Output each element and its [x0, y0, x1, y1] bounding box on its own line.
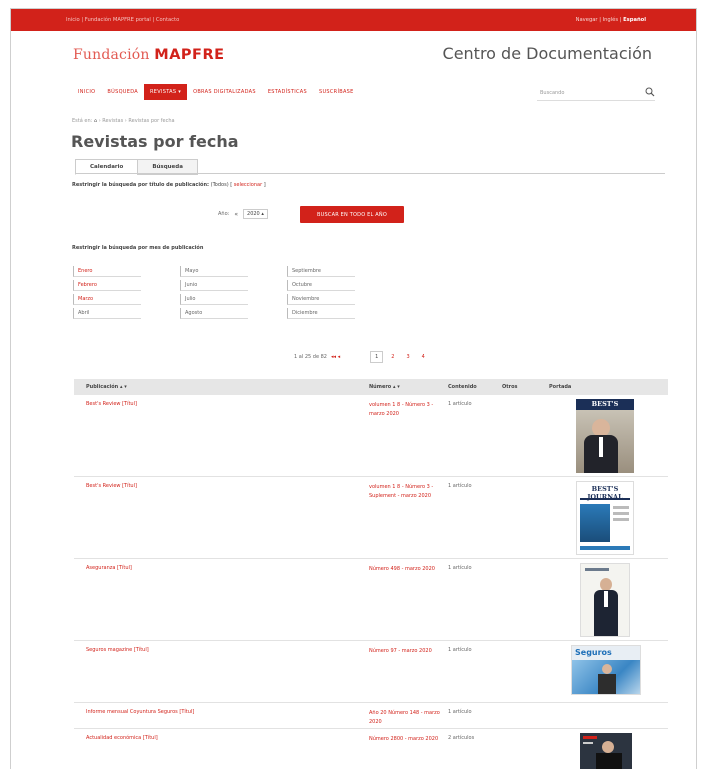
- table-row: Seguros magazine [Títul] Número 97 - mar…: [74, 641, 668, 703]
- cover-bests-review[interactable]: BEST'S REVIEW: [576, 399, 634, 473]
- issue-link[interactable]: Año 20 Número 148 - marzo 2020: [369, 709, 441, 726]
- month-julio: Julio: [180, 294, 248, 305]
- first-prev-arrows[interactable]: ◂◂ ◂: [331, 354, 340, 360]
- pagination: 1 al 25 de 82 ◂◂ ◂ 1 2 3 4: [294, 351, 429, 363]
- restrict-by-month-label: Restringir la búsqueda por mes de public…: [72, 245, 204, 251]
- table-row: Best's Review [Títul] volumen 1 8 - Núme…: [74, 395, 668, 477]
- main-nav: INICIO BÚSQUEDA REVISTAS ▾ OBRAS DIGITAL…: [72, 84, 360, 100]
- cover-actualidad-economica[interactable]: [580, 733, 632, 769]
- page-4[interactable]: 4: [418, 352, 429, 362]
- contents-count: 1 artículo: [448, 401, 472, 407]
- header-contenido: Contenido: [448, 384, 477, 390]
- search-whole-year-button[interactable]: BUSCAR EN TODO EL AÑO: [300, 206, 404, 223]
- month-mayo: Mayo: [180, 266, 248, 277]
- nav-item-inicio[interactable]: INICIO: [72, 84, 101, 100]
- month-abril: Abril: [73, 308, 141, 319]
- publication-link[interactable]: Informe mensual Coyuntura Seguros [Títul…: [86, 709, 194, 715]
- table-row: Aseguranza [Títul] Número 498 - marzo 20…: [74, 559, 668, 641]
- breadcrumb: Está en: ⌂ › Revistas › Revistas por fec…: [72, 118, 175, 124]
- restrict-title-end: ]: [263, 182, 266, 188]
- page-3[interactable]: 3: [402, 352, 413, 362]
- publication-link[interactable]: Aseguranza [Títul]: [86, 565, 132, 571]
- logo-brand: MAPFRE: [154, 47, 225, 63]
- publication-link[interactable]: Actualidad económica [Títul]: [86, 735, 158, 741]
- month-octubre: Octubre: [287, 280, 355, 291]
- site-header: Fundación MAPFRE Centro de Documentación: [11, 44, 696, 74]
- month-febrero[interactable]: Febrero: [73, 280, 141, 291]
- select-title-link[interactable]: seleccionar: [232, 182, 264, 188]
- contents-count: 1 artículo: [448, 709, 472, 715]
- publication-link[interactable]: Best's Review [Títul]: [86, 401, 137, 407]
- result-range: 1 al 25 de 82: [294, 354, 327, 360]
- language-selector[interactable]: Navegar | Inglés | Español: [576, 17, 646, 23]
- top-links[interactable]: Inicio | Fundación MAPFRE portal | Conta…: [66, 17, 179, 23]
- breadcrumb-trail[interactable]: › Revistas › Revistas por fecha: [99, 118, 175, 124]
- issue-link[interactable]: Número 2800 - marzo 2020: [369, 735, 441, 744]
- month-diciembre: Diciembre: [287, 308, 355, 319]
- year-filter: Año: « 2020 ▴: [218, 209, 268, 219]
- month-junio: Junio: [180, 280, 248, 291]
- table-row: Best's Review [Títul] volumen 1 8 - Núme…: [74, 477, 668, 559]
- site-title: Centro de Documentación: [442, 44, 652, 63]
- year-select[interactable]: 2020 ▴: [243, 209, 268, 219]
- restrict-title-label: Restringir la búsqueda por título de pub…: [72, 182, 210, 188]
- cover-title: Seguros: [575, 648, 612, 657]
- search-icon[interactable]: [645, 87, 655, 97]
- table-row: Informe mensual Coyuntura Seguros [Títul…: [74, 703, 668, 729]
- issue-link[interactable]: volumen 1 8 - Número 3 - Suplement - mar…: [369, 483, 441, 500]
- page-1[interactable]: 1: [370, 351, 384, 363]
- issue-link[interactable]: volumen 1 8 - Número 3 - marzo 2020: [369, 401, 441, 418]
- search-input[interactable]: Buscando: [537, 86, 655, 101]
- contents-count: 1 artículo: [448, 483, 472, 489]
- issue-link[interactable]: Número 97 - marzo 2020: [369, 647, 441, 656]
- fundacion-mapfre-logo[interactable]: Fundación MAPFRE: [73, 47, 225, 63]
- top-utility-bar: Inicio | Fundación MAPFRE portal | Conta…: [11, 9, 696, 31]
- cover-seguros[interactable]: Seguros: [571, 645, 641, 695]
- logo-prefix: Fundación: [73, 47, 150, 63]
- cover-bests-journal[interactable]: BEST'S JOURNAL: [576, 481, 634, 555]
- cover-title: BEST'S REVIEW: [576, 399, 634, 419]
- table-header: Publicación ▴ ▾ Número ▴ ▾ Contenido Otr…: [74, 379, 668, 395]
- lang-active[interactable]: Español: [623, 17, 646, 23]
- browser-page: Inicio | Fundación MAPFRE portal | Conta…: [10, 8, 697, 769]
- nav-item-obras-digitalizadas[interactable]: OBRAS DIGITALIZADAS: [187, 84, 262, 100]
- contents-count: 1 artículo: [448, 647, 472, 653]
- home-icon[interactable]: ⌂: [94, 118, 97, 124]
- contents-count: 1 artículo: [448, 565, 472, 571]
- cover-title: BEST'S JOURNAL: [587, 485, 623, 501]
- cover-aseguranza[interactable]: [580, 563, 630, 637]
- lang-options[interactable]: Navegar | Inglés |: [576, 17, 622, 23]
- breadcrumb-prefix: Está en:: [72, 118, 93, 124]
- restrict-by-title: Restringir la búsqueda por título de pub…: [72, 182, 266, 188]
- year-label: Año:: [218, 211, 230, 217]
- header-portada: Portada: [549, 384, 572, 390]
- header-otros: Otros: [502, 384, 518, 390]
- month-septiembre: Septiembre: [287, 266, 355, 277]
- month-noviembre: Noviembre: [287, 294, 355, 305]
- nav-item-suscribase[interactable]: SUSCRÍBASE: [313, 84, 360, 100]
- month-grid: Enero Mayo Septiembre Febrero Junio Octu…: [73, 266, 357, 319]
- publication-link[interactable]: Best's Review [Títul]: [86, 483, 137, 489]
- page-2[interactable]: 2: [387, 352, 398, 362]
- publication-link[interactable]: Seguros magazine [Títul]: [86, 647, 149, 653]
- restrict-title-value: (Todos) [: [209, 182, 233, 188]
- nav-item-busqueda[interactable]: BÚSQUEDA: [101, 84, 144, 100]
- month-marzo[interactable]: Marzo: [73, 294, 141, 305]
- search-placeholder: Buscando: [540, 90, 565, 96]
- page-title: Revistas por fecha: [71, 132, 239, 151]
- month-enero[interactable]: Enero: [73, 266, 141, 277]
- nav-item-revistas[interactable]: REVISTAS ▾: [144, 84, 188, 100]
- header-publicacion[interactable]: Publicación ▴ ▾: [86, 384, 127, 390]
- issue-link[interactable]: Número 498 - marzo 2020: [369, 565, 441, 574]
- prev-year-arrow[interactable]: «: [234, 211, 238, 218]
- nav-item-estadisticas[interactable]: ESTADÍSTICAS: [262, 84, 313, 100]
- month-agosto: Agosto: [180, 308, 248, 319]
- contents-count: 2 artículos: [448, 735, 475, 741]
- header-numero[interactable]: Número ▴ ▾: [369, 384, 400, 390]
- tab-divider: [75, 173, 665, 174]
- table-row: Actualidad económica [Títul] Número 2800…: [74, 729, 668, 769]
